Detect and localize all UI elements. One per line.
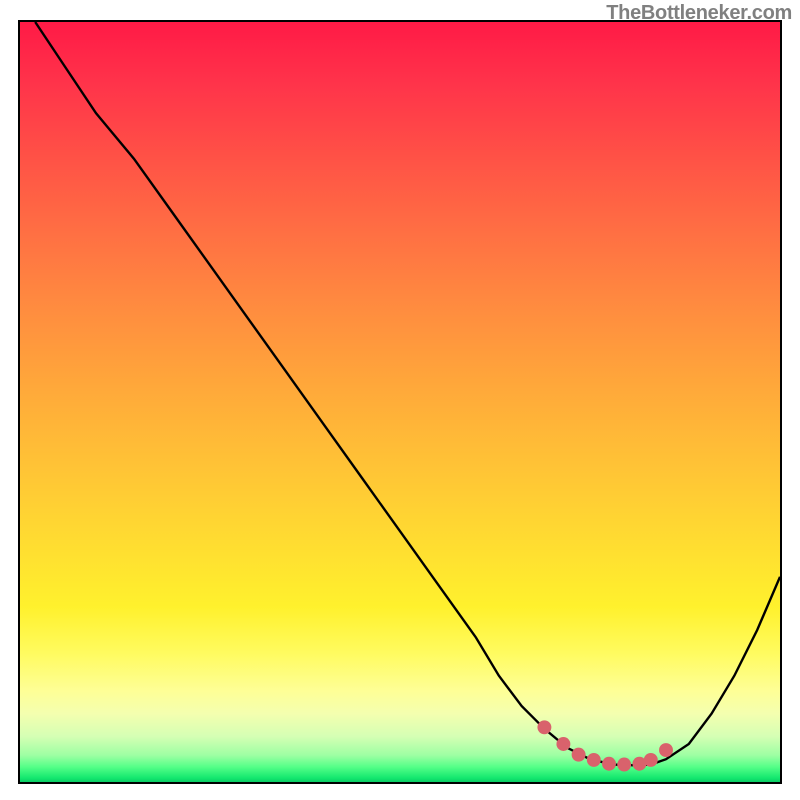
optimal-dot	[556, 737, 570, 751]
bottleneck-curve	[35, 22, 780, 765]
optimal-dot	[644, 753, 658, 767]
optimal-dot	[537, 720, 551, 734]
optimal-dot	[602, 757, 616, 771]
optimal-band-dots	[537, 720, 673, 771]
chart-svg	[20, 22, 780, 782]
plot-area	[18, 20, 782, 784]
curve-layer	[35, 22, 780, 765]
optimal-dot	[617, 758, 631, 772]
figure-root: TheBottleneker.com	[0, 0, 800, 800]
optimal-dot	[659, 743, 673, 757]
optimal-dot	[587, 753, 601, 767]
optimal-dot	[572, 748, 586, 762]
